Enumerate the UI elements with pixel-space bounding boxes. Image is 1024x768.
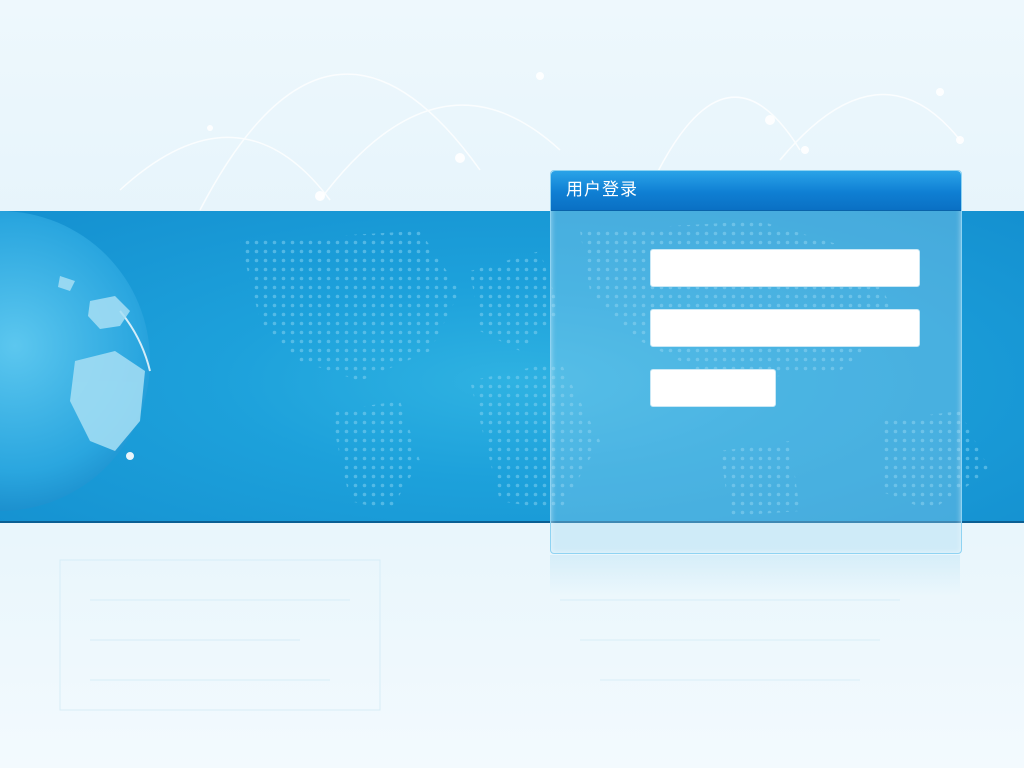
panel-reflection — [550, 555, 960, 595]
login-page: 用户登录 — [0, 0, 1024, 768]
login-title: 用户登录 — [551, 171, 961, 211]
password-input[interactable] — [650, 309, 920, 347]
login-panel: 用户登录 — [550, 170, 962, 595]
captcha-input[interactable] — [650, 369, 776, 407]
globe-graphic — [0, 211, 151, 511]
username-input[interactable] — [650, 249, 920, 287]
